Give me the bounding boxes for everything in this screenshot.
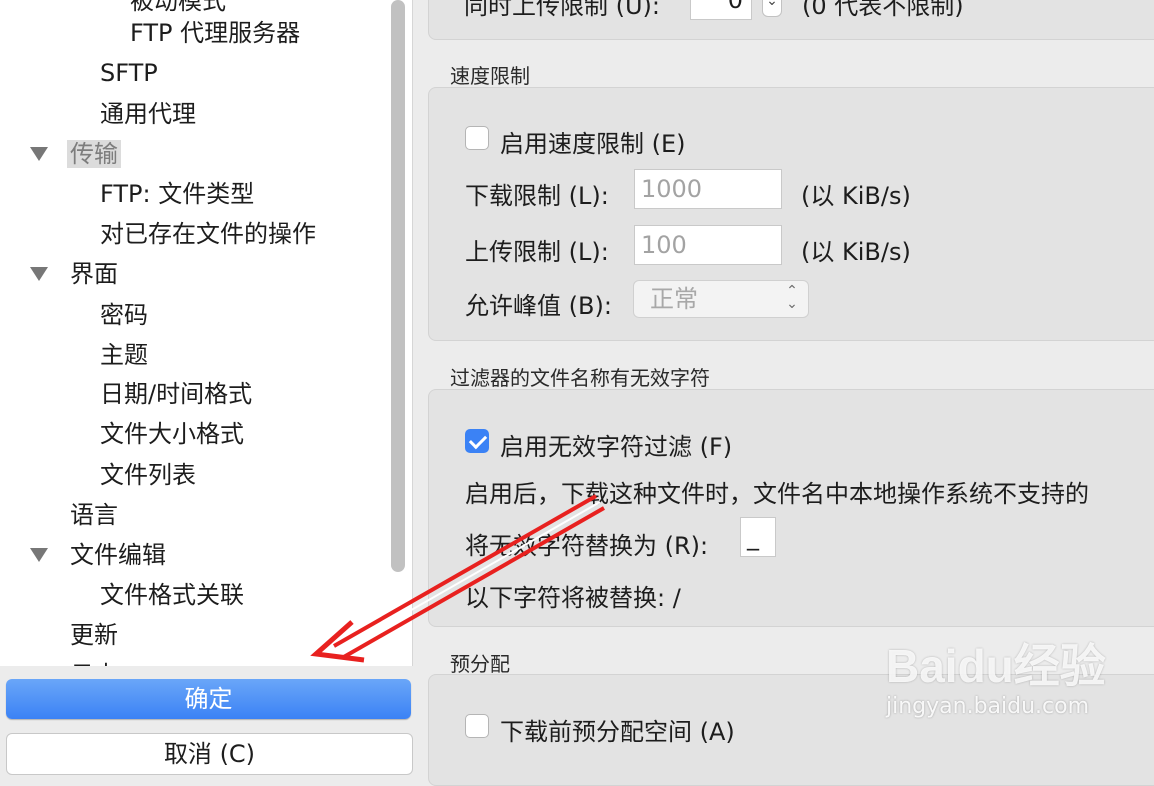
download-limit-label: 下载限制 (L): xyxy=(465,182,609,210)
tree-item-label: 被动模式 xyxy=(130,0,226,15)
tree-item[interactable]: 文件列表 xyxy=(97,457,199,493)
upload-limit-input[interactable]: 100 xyxy=(634,225,782,265)
download-limit-input[interactable]: 1000 xyxy=(634,169,782,209)
tree-item[interactable]: 日期/时间格式 xyxy=(97,376,255,412)
tree-item[interactable]: 主题 xyxy=(97,337,151,373)
enable-speed-limit-label: 启用速度限制 (E) xyxy=(500,130,686,158)
settings-tree-panel: 被动模式 FTP 代理服务器 SFTP 通用代理传输 FTP: 文件类型对已存在文件的操… xyxy=(0,0,413,666)
tree-item-label: 对已存在文件的操作 xyxy=(100,220,316,248)
tree-item-label: 文件大小格式 xyxy=(100,420,244,448)
tree-scrollbar[interactable] xyxy=(391,0,405,572)
replaced-chars-label: 以下字符将被替换: / xyxy=(465,584,681,612)
replace-with-label: 将无效字符替换为 (R): xyxy=(465,532,709,560)
tree-item[interactable]: 传输 xyxy=(67,136,121,172)
upload-concurrency-label: 同时上传限制 (U): xyxy=(464,0,661,20)
disclosure-triangle-icon[interactable] xyxy=(30,147,48,161)
tree-item[interactable]: 文件大小格式 xyxy=(97,416,247,452)
watermark-url: jingyan.baidu.com xyxy=(886,694,1090,719)
tree-item[interactable]: 语言 xyxy=(67,497,121,533)
disclosure-triangle-icon[interactable] xyxy=(30,267,48,281)
tree-item[interactable]: 文件格式关联 xyxy=(97,577,247,613)
speed-limit-title: 速度限制 xyxy=(450,64,530,88)
tree-item[interactable]: SFTP xyxy=(97,55,161,91)
tree-item-label: SFTP xyxy=(100,59,158,87)
tree-item-label: 主题 xyxy=(100,341,148,369)
cancel-button[interactable]: 取消 (C) xyxy=(6,733,413,775)
updown-chevron-icon: ⌃ ⌄ xyxy=(786,283,798,312)
tree-item[interactable]: 文件编辑 xyxy=(67,537,169,573)
disclosure-triangle-icon[interactable] xyxy=(30,548,48,562)
tree-item-label: FTP: 文件类型 xyxy=(100,180,255,208)
burst-tolerance-value: 正常 xyxy=(650,285,698,313)
upload-limit-unit: (以 KiB/s) xyxy=(801,238,911,266)
prealloc-label: 下载前预分配空间 (A) xyxy=(500,718,735,746)
tree-item[interactable]: FTP: 文件类型 xyxy=(97,176,257,212)
tree-item[interactable]: 通用代理 xyxy=(97,96,199,132)
tree-item-label: FTP 代理服务器 xyxy=(130,19,301,47)
enable-filter-checkbox[interactable] xyxy=(465,429,489,453)
enable-speed-limit-checkbox[interactable] xyxy=(465,126,489,150)
tree-item-label: 更新 xyxy=(70,621,118,649)
watermark-brand: Baidu经验 xyxy=(886,640,1106,692)
tree-item[interactable]: 日志 xyxy=(67,657,121,666)
tree-item[interactable]: FTP 代理服务器 xyxy=(127,15,303,51)
tree-item-label: 文件编辑 xyxy=(70,541,166,569)
filter-description: 启用后，下载这种文件时，文件名中本地操作系统不支持的 xyxy=(465,480,1089,508)
replace-with-input[interactable]: _ xyxy=(740,517,776,557)
burst-tolerance-select[interactable]: 正常 ⌃ ⌄ xyxy=(633,280,809,318)
download-limit-unit: (以 KiB/s) xyxy=(801,182,911,210)
tree-item-label: 日期/时间格式 xyxy=(100,380,253,408)
tree-item-label: 文件格式关联 xyxy=(100,581,244,609)
tree-item-label: 日志 xyxy=(67,661,121,666)
upload-concurrency-input[interactable]: 0 xyxy=(690,0,752,20)
filter-title: 过滤器的文件名称有无效字符 xyxy=(450,366,710,390)
tree-item[interactable]: 对已存在文件的操作 xyxy=(97,216,319,252)
concurrency-hint: (0 代表不限制) xyxy=(802,0,964,20)
ok-button[interactable]: 确定 xyxy=(6,679,411,719)
baidu-jingyan-watermark: Baidu经验 jingyan.baidu.com xyxy=(886,622,1106,742)
tree-item-label: 界面 xyxy=(70,260,118,288)
prealloc-checkbox[interactable] xyxy=(465,714,489,738)
settings-tree: 被动模式 FTP 代理服务器 SFTP 通用代理传输 FTP: 文件类型对已存在文件的操… xyxy=(0,0,390,666)
enable-filter-label: 启用无效字符过滤 (F) xyxy=(500,433,733,461)
tree-item-label: 语言 xyxy=(70,501,118,529)
tree-item[interactable]: 更新 xyxy=(67,617,121,653)
prealloc-title: 预分配 xyxy=(450,652,510,676)
upload-limit-label: 上传限制 (L): xyxy=(465,238,609,266)
tree-item-label: 文件列表 xyxy=(100,461,196,489)
burst-tolerance-label: 允许峰值 (B): xyxy=(465,292,612,320)
tree-item-label: 传输 xyxy=(67,140,121,168)
tree-item[interactable]: 密码 xyxy=(97,297,151,333)
tree-item-label: 密码 xyxy=(100,301,148,329)
upload-concurrency-stepper[interactable]: ⌄ xyxy=(762,0,782,17)
tree-item[interactable]: 界面 xyxy=(67,256,121,292)
tree-item-label: 通用代理 xyxy=(100,100,196,128)
